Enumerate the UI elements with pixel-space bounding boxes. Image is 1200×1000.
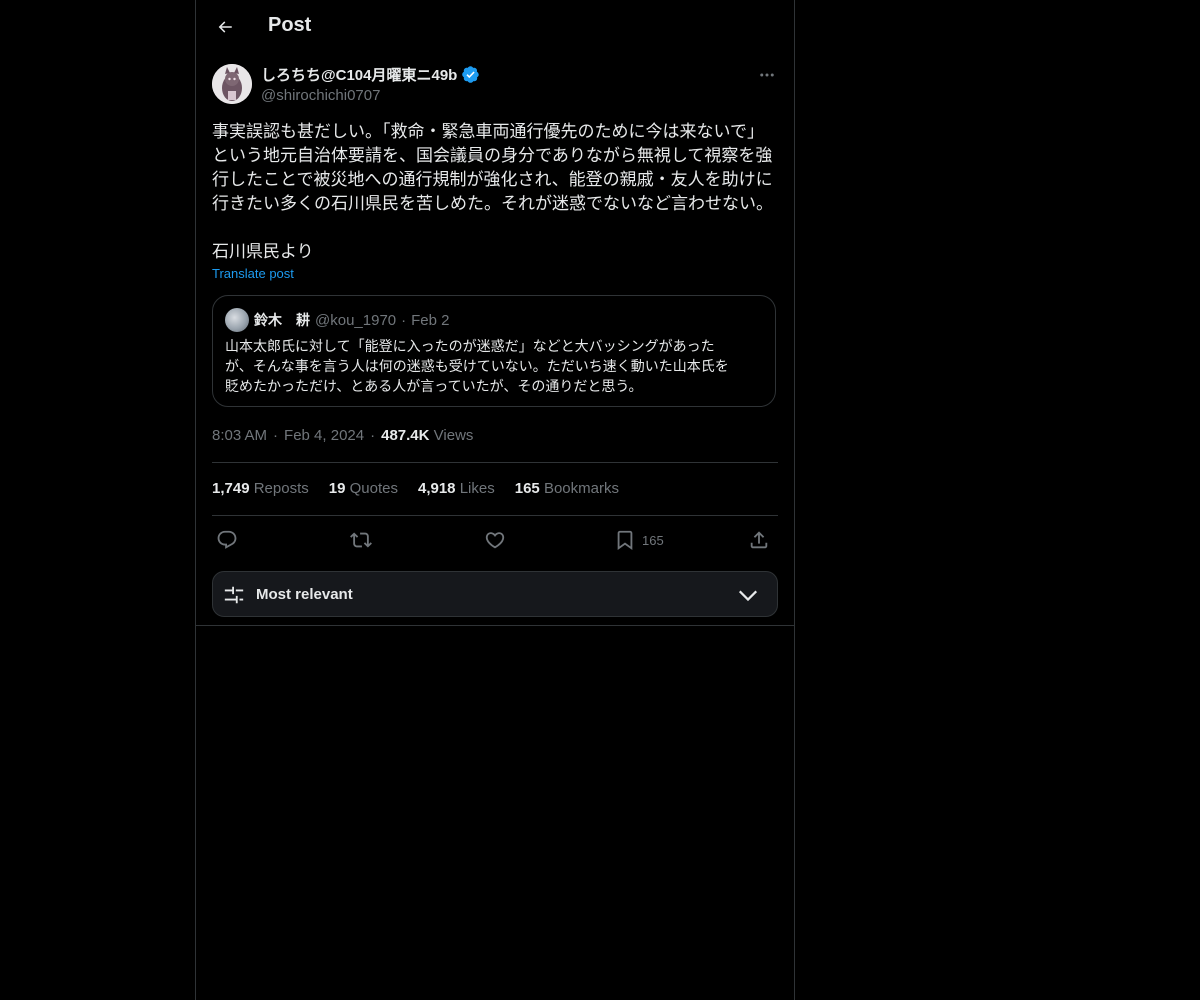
bookmark-icon — [617, 530, 633, 551]
post-stats: 1,749 Reposts 19 Quotes 4,918 Likes 165 … — [212, 480, 619, 497]
post-text: 事実誤認も甚だしい。「救命・緊急車両通行優先のために今は来ないで」 という地元自… — [212, 122, 773, 262]
repost-button[interactable] — [350, 527, 372, 553]
page-title: Post — [268, 14, 312, 36]
author-avatar[interactable] — [212, 64, 252, 104]
divider — [196, 625, 794, 626]
quoted-post-date: Feb 2 — [411, 311, 450, 329]
heart-icon — [485, 532, 505, 549]
more-options-button[interactable] — [756, 64, 778, 86]
meta-separator: · — [273, 427, 279, 444]
quoted-separator: · — [401, 311, 407, 329]
author-name-row[interactable]: しろちち@C104月曜東ニ49b — [261, 64, 480, 85]
quotes-label: Quotes — [349, 480, 398, 497]
bookmarks-label: Bookmarks — [543, 480, 619, 497]
quoted-author-handle: @kou_1970 — [315, 311, 397, 329]
divider — [212, 515, 778, 516]
reply-button[interactable] — [216, 527, 238, 553]
post-date[interactable]: Feb 4, 2024 — [284, 427, 364, 444]
quotes-stat[interactable]: 19 Quotes — [329, 480, 398, 497]
likes-count: 4,918 — [417, 480, 456, 497]
back-button[interactable] — [208, 10, 242, 44]
quoted-author-name: 鈴木 耕 — [254, 313, 310, 329]
sort-label: Most relevant — [256, 586, 353, 603]
views-label: Views — [433, 427, 474, 444]
share-icon — [750, 531, 768, 549]
post-time[interactable]: 8:03 AM — [212, 427, 267, 444]
avatar-image — [212, 64, 252, 104]
sliders-icon — [224, 586, 244, 604]
translate-post-link[interactable]: Translate post — [212, 266, 294, 281]
post-column: Post しろちち@C104月曜東ニ49b @shirochichi0707 事… — [195, 0, 795, 1000]
like-button[interactable] — [484, 527, 506, 553]
likes-stat[interactable]: 4,918 Likes — [418, 480, 495, 497]
author-display-name[interactable]: しろちち@C104月曜東ニ49b — [261, 64, 457, 85]
reposts-stat[interactable]: 1,749 Reposts — [212, 480, 309, 497]
bookmark-count: 165 — [642, 532, 664, 548]
post-header: Post — [196, 0, 794, 53]
reply-icon — [217, 530, 237, 549]
bookmark-button[interactable]: 165 — [614, 527, 664, 553]
bookmarks-count: 165 — [514, 480, 540, 497]
quoted-author-avatar — [225, 308, 249, 332]
repost-icon — [350, 532, 372, 548]
reposts-label: Reposts — [253, 480, 309, 497]
quoted-post-header: 鈴木 耕 @kou_1970 · Feb 2 — [225, 308, 449, 332]
author-handle[interactable]: @shirochichi0707 — [261, 87, 380, 104]
views-group: 487.4K Views — [381, 427, 473, 444]
post-meta: 8:03 AM · Feb 4, 2024 · 487.4K Views — [212, 427, 473, 444]
quoted-post-text: 山本太郎氏に対して「能登に入ったのが迷惑だ」などと大バッシングがあった が、そん… — [225, 339, 729, 395]
share-button[interactable] — [748, 527, 770, 553]
reposts-count: 1,749 — [212, 480, 250, 497]
reply-sort-dropdown[interactable]: Most relevant — [212, 571, 778, 617]
action-bar: 165 — [212, 527, 778, 553]
bookmarks-stat[interactable]: 165 Bookmarks — [515, 480, 619, 497]
chevron-down-icon — [738, 590, 758, 602]
more-dots-icon — [760, 73, 774, 77]
verified-badge-icon — [461, 65, 480, 84]
views-count: 487.4K — [381, 427, 430, 444]
quotes-count: 19 — [328, 480, 346, 497]
meta-separator: · — [370, 427, 376, 444]
back-arrow-icon — [218, 21, 232, 33]
quoted-post[interactable]: 鈴木 耕 @kou_1970 · Feb 2 山本太郎氏に対して「能登に入ったの… — [212, 295, 776, 407]
divider — [212, 462, 778, 463]
likes-label: Likes — [459, 480, 495, 497]
